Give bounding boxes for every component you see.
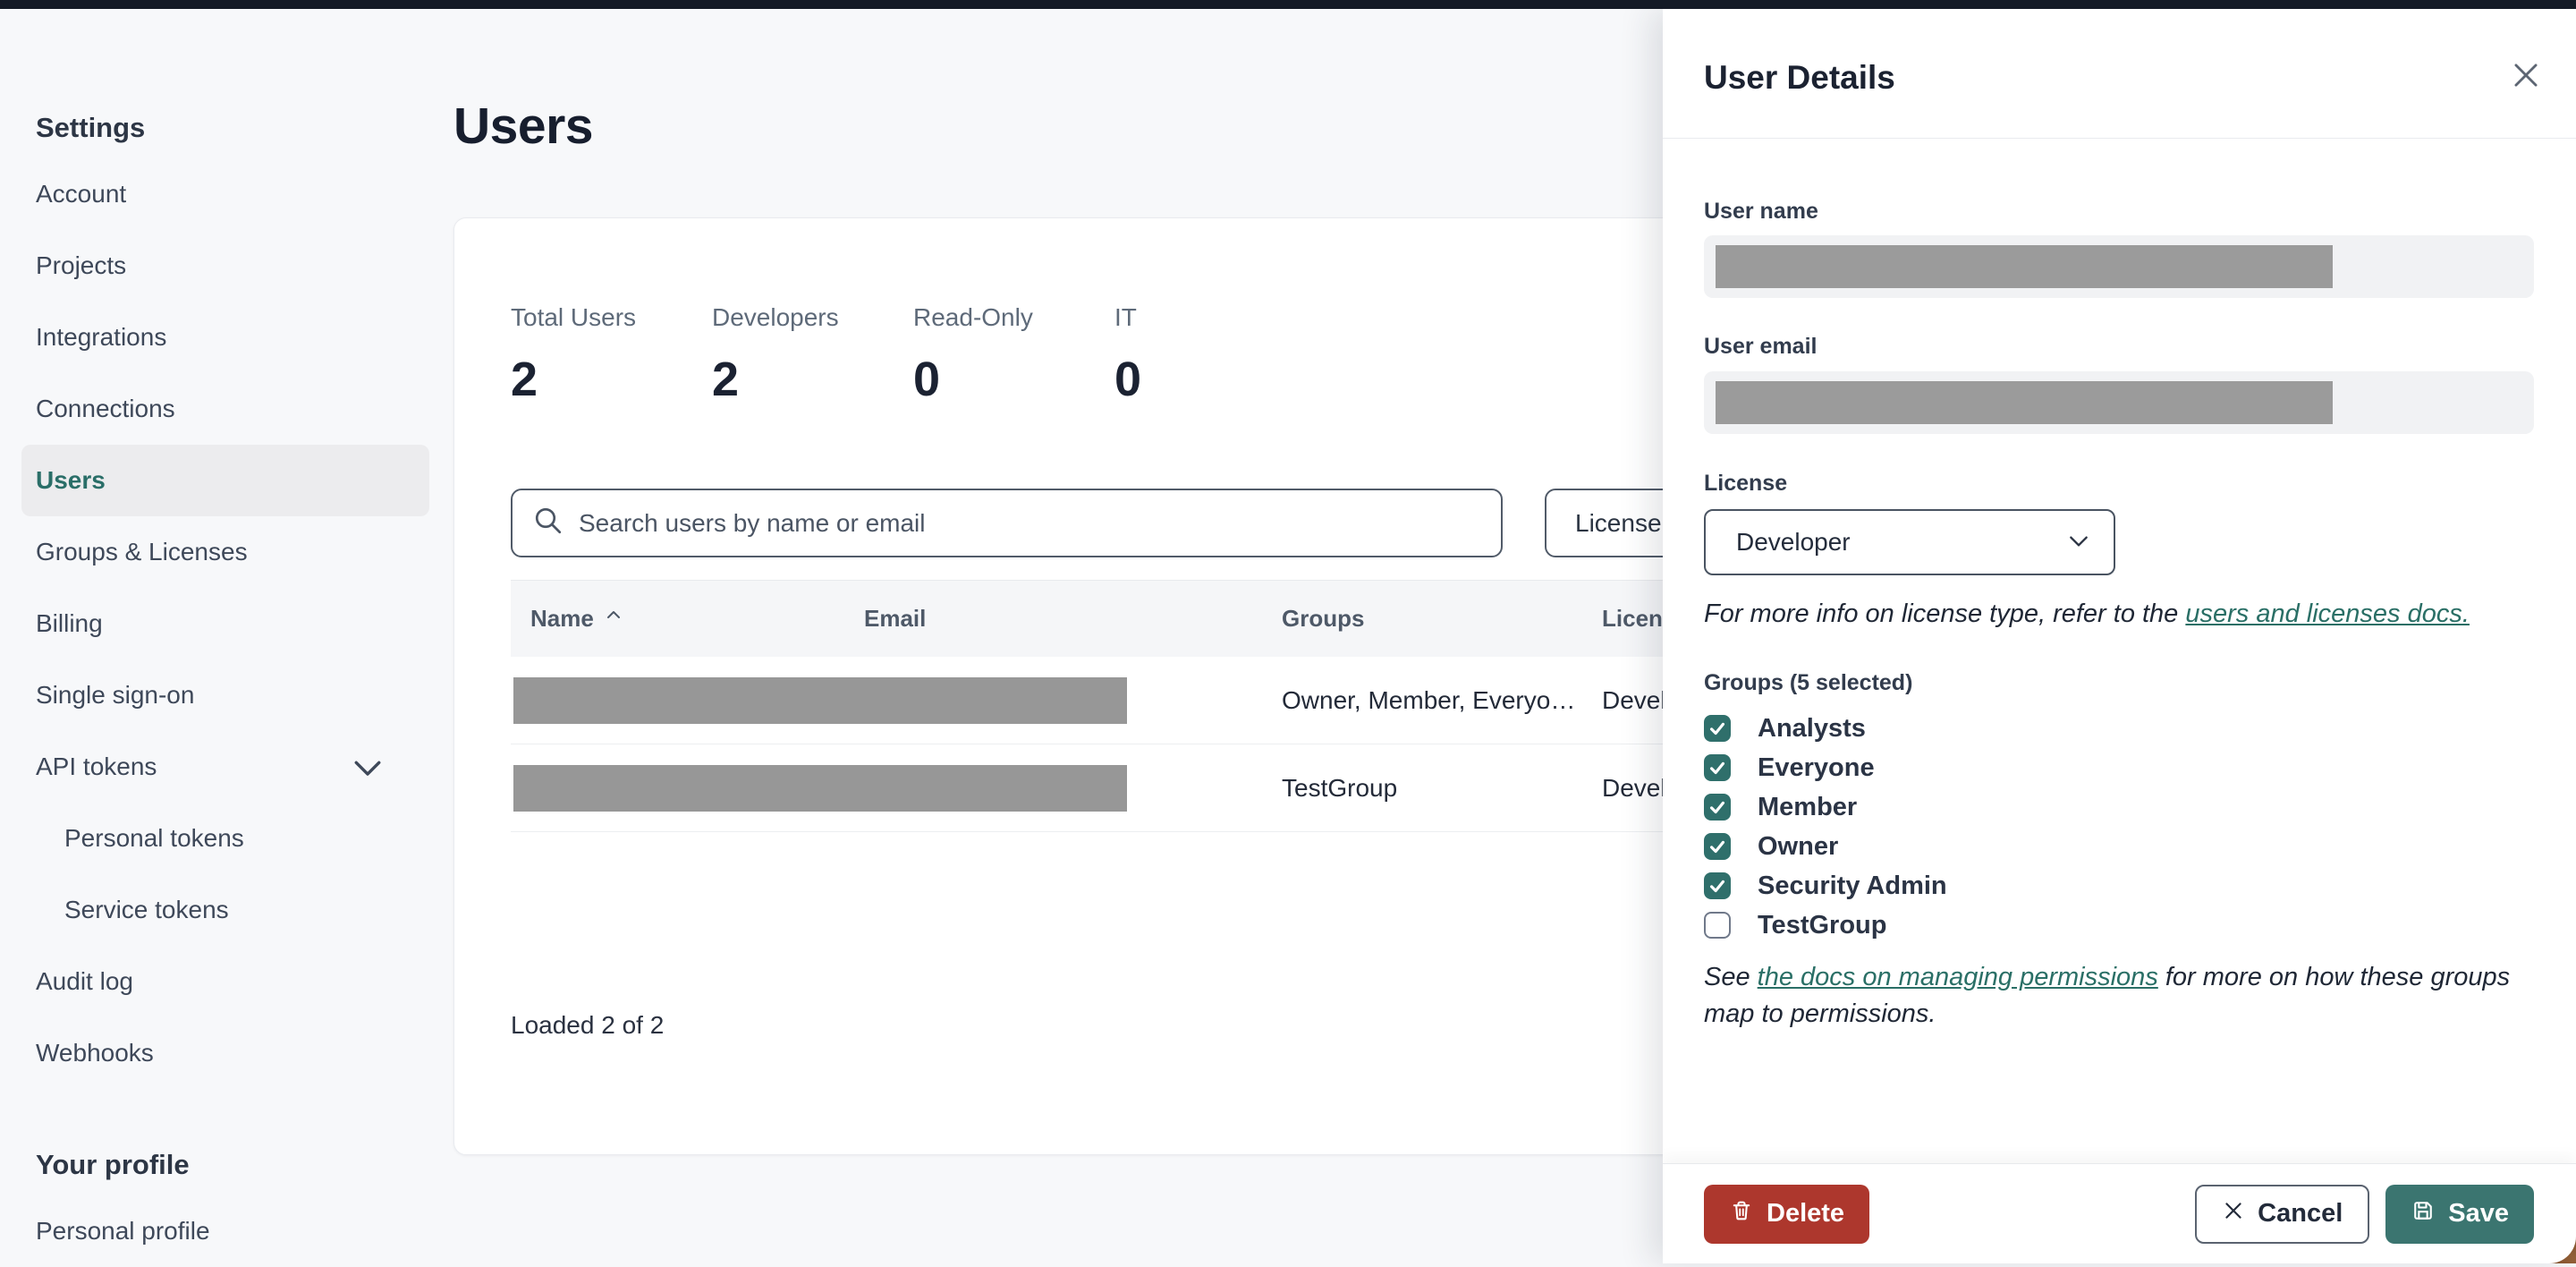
sidebar-item-service-tokens[interactable]: Service tokens [21, 874, 429, 946]
chevron-down-icon [352, 756, 383, 785]
sidebar-item-api-tokens[interactable]: API tokens [21, 731, 429, 803]
managing-permissions-docs-link[interactable]: the docs on managing permissions [1758, 963, 2158, 991]
row-groups-cell: TestGroup [1282, 773, 1398, 802]
group-row-member: Member [1704, 787, 1947, 827]
user-search-box[interactable] [511, 489, 1503, 557]
search-icon [532, 505, 564, 541]
redacted-value-bar [1716, 381, 2333, 424]
user-email-label: User email [1704, 334, 1818, 359]
sidebar-item-single-sign-on[interactable]: Single sign-on [21, 659, 429, 731]
user-email-field[interactable] [1704, 371, 2534, 434]
users-licenses-docs-link[interactable]: users and licenses docs. [2185, 599, 2470, 628]
sidebar-nav-list: Account Projects Integrations Connection… [21, 158, 429, 1089]
license-select[interactable]: Developer [1704, 509, 2115, 575]
group-row-testgroup: TestGroup [1704, 906, 1947, 945]
sidebar-settings-heading: Settings [36, 112, 146, 143]
chevron-down-icon [2067, 528, 2090, 557]
checkbox-testgroup[interactable] [1704, 912, 1731, 939]
panel-header: User Details [1663, 9, 2576, 139]
group-row-owner: Owner [1704, 827, 1947, 866]
user-stats: Total Users 2 Developers 2 Read-Only 0 I… [511, 303, 1316, 407]
panel-body: User name User email License Developer F… [1663, 140, 2576, 1163]
page-title: Users [453, 98, 593, 155]
redacted-name-email-bar [513, 677, 1127, 724]
sidebar-item-billing[interactable]: Billing [21, 588, 429, 659]
redacted-name-email-bar [513, 765, 1127, 812]
redacted-value-bar [1716, 245, 2333, 288]
group-row-everyone: Everyone [1704, 748, 1947, 787]
search-input[interactable] [579, 508, 1481, 538]
row-groups-cell: Owner, Member, Everyo… [1282, 685, 1576, 714]
delete-button[interactable]: Delete [1704, 1184, 1870, 1244]
sidebar-item-audit-log[interactable]: Audit log [21, 946, 429, 1017]
settings-sidebar: Settings Account Projects Integrations C… [0, 9, 453, 1263]
sidebar-item-users[interactable]: Users [21, 445, 429, 516]
panel-footer: Delete Cancel Save [1663, 1163, 2576, 1263]
checkbox-member[interactable] [1704, 794, 1731, 821]
permissions-note-text: See the docs on managing permissions for… [1704, 963, 2511, 1028]
sidebar-item-webhooks[interactable]: Webhooks [21, 1017, 429, 1089]
sidebar-item-groups-licenses[interactable]: Groups & Licenses [21, 516, 429, 588]
checkbox-analysts[interactable] [1704, 715, 1731, 742]
group-row-analysts: Analysts [1704, 709, 1947, 748]
sidebar-profile-list: Personal profile [21, 1195, 429, 1267]
table-header-name[interactable]: Name [511, 605, 864, 633]
stat-total-users: Total Users 2 [511, 303, 637, 406]
user-name-label: User name [1704, 199, 1818, 224]
checkbox-owner[interactable] [1704, 833, 1731, 860]
sidebar-profile-heading: Your profile [36, 1149, 190, 1180]
stat-it: IT 0 [1114, 303, 1142, 406]
sidebar-item-personal-profile[interactable]: Personal profile [21, 1195, 429, 1267]
trash-icon [1729, 1198, 1754, 1230]
groups-label: Groups (5 selected) [1704, 670, 1913, 695]
sidebar-item-connections[interactable]: Connections [21, 373, 429, 445]
panel-title: User Details [1704, 59, 1895, 96]
sidebar-item-account[interactable]: Account [21, 158, 429, 230]
table-header-groups[interactable]: Groups [1282, 605, 1602, 633]
x-icon [2222, 1199, 2245, 1229]
cancel-button[interactable]: Cancel [2195, 1184, 2370, 1244]
top-bar [0, 0, 2576, 9]
stat-developers: Developers 2 [712, 303, 839, 406]
groups-checkbox-list: Analysts Everyone Member Owner Security … [1704, 709, 1947, 945]
save-disk-icon [2411, 1198, 2436, 1230]
license-selected-value: Developer [1736, 528, 1851, 556]
license-info-text: For more info on license type, refer to … [1704, 599, 2470, 628]
checkbox-everyone[interactable] [1704, 754, 1731, 781]
user-name-field[interactable] [1704, 235, 2534, 298]
sort-ascending-icon [603, 605, 624, 633]
table-header-email[interactable]: Email [864, 605, 1282, 633]
sidebar-item-integrations[interactable]: Integrations [21, 302, 429, 373]
load-status: Loaded 2 of 2 [511, 1011, 665, 1039]
user-details-panel: User Details User name User email Licens… [1663, 9, 2576, 1263]
stat-read-only: Read-Only 0 [913, 303, 1033, 406]
sidebar-item-projects[interactable]: Projects [21, 230, 429, 302]
license-label: License [1704, 471, 1788, 496]
close-icon[interactable] [2506, 55, 2546, 95]
save-button[interactable]: Save [2385, 1184, 2534, 1244]
group-row-security-admin: Security Admin [1704, 866, 1947, 906]
checkbox-security-admin[interactable] [1704, 872, 1731, 899]
sidebar-item-personal-tokens[interactable]: Personal tokens [21, 803, 429, 874]
